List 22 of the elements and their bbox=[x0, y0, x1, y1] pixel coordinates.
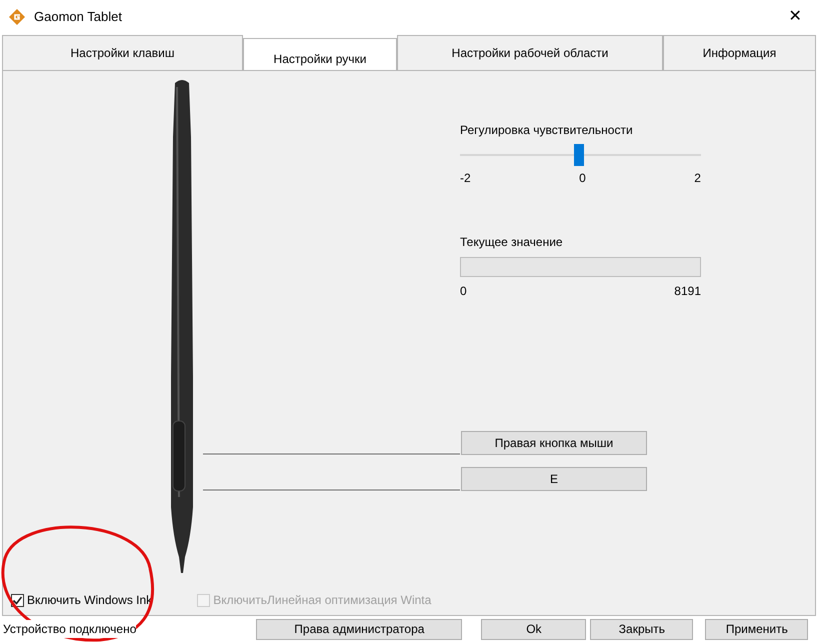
dialog-button[interactable]: Закрыть bbox=[590, 618, 694, 640]
app-logo-icon bbox=[8, 8, 26, 26]
range-label: 8191 bbox=[674, 283, 701, 300]
tick-label: 0 bbox=[579, 170, 586, 187]
tab[interactable]: Настройки ручки bbox=[243, 38, 397, 70]
tab[interactable]: Информация bbox=[663, 35, 816, 70]
pen-button-setting[interactable]: Правая кнопка мыши bbox=[461, 431, 647, 455]
dialog-button[interactable]: Права администратора bbox=[256, 618, 462, 640]
window-title: Gaomon Tablet bbox=[34, 8, 122, 26]
slider-label: Регулировка чувствительности bbox=[460, 122, 634, 139]
slider-thumb[interactable] bbox=[574, 144, 584, 166]
tick-label: -2 bbox=[460, 170, 471, 187]
dialog-button[interactable]: Применить bbox=[705, 618, 808, 640]
pen-button-setting[interactable]: E bbox=[461, 467, 647, 491]
close-button[interactable]: ✕ bbox=[780, 4, 810, 30]
tab[interactable]: Настройки рабочей области bbox=[397, 35, 663, 70]
value-label: Текущее значение bbox=[460, 234, 564, 251]
dialog-button[interactable]: Ok bbox=[481, 618, 586, 640]
status-text: Устройство подключено bbox=[3, 620, 136, 638]
tick-label: 2 bbox=[694, 170, 701, 187]
range-label: 0 bbox=[460, 283, 467, 300]
tab[interactable]: Настройки клавиш bbox=[2, 35, 243, 70]
